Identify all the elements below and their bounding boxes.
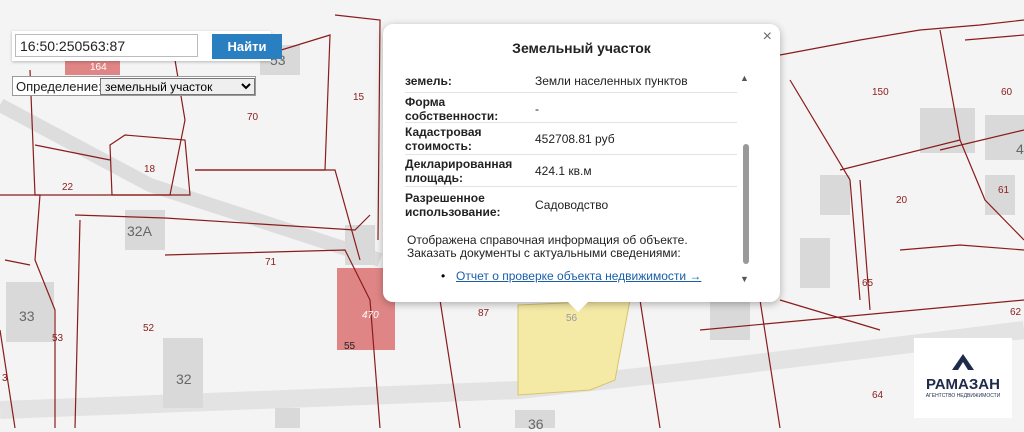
info-row: Разрешенное использование: Садоводство [405, 186, 737, 220]
info-key: Форма собственности: [405, 95, 499, 123]
agency-logo: РАМАЗАН АГЕНТСТВО НЕДВИЖИМОСТИ [914, 338, 1012, 418]
scroll-up-icon[interactable]: ▲ [740, 73, 749, 83]
building-label: 4 [1016, 141, 1024, 157]
bullet-icon: • [441, 269, 446, 283]
parcel-label: 70 [247, 112, 259, 123]
report-link[interactable]: Отчет о проверке объекта недвижимости → [456, 269, 701, 283]
parcel-label: 22 [62, 182, 74, 193]
parcel-label: 53 [52, 333, 64, 344]
scroll-down-icon[interactable]: ▼ [740, 274, 749, 284]
info-key: Разрешенное использование: [405, 191, 501, 219]
parcel-label: 164 [90, 62, 107, 73]
popup-title: Земельный участок [512, 40, 651, 56]
definition-select[interactable]: земельный участок [100, 78, 255, 95]
logo-subtitle: АГЕНТСТВО НЕДВИЖИМОСТИ [925, 393, 1001, 399]
parcel-label: 71 [265, 257, 277, 268]
parcel-label: 55 [344, 341, 356, 352]
info-value: Садоводство [535, 198, 609, 212]
building-label: 33 [19, 308, 35, 324]
parcel-label: 52 [143, 323, 155, 334]
info-key: земель: [405, 74, 452, 88]
logo-mark-icon [952, 354, 974, 370]
info-value: 424.1 кв.м [535, 164, 592, 178]
parcel-label: 56 [566, 313, 578, 324]
info-value: 452708.81 руб [535, 132, 615, 146]
search-button[interactable]: Найти [212, 34, 282, 59]
parcel-label: 3 [2, 373, 8, 384]
parcel-label: 470 [362, 310, 379, 321]
parcel-label: 20 [896, 195, 908, 206]
info-key: Декларированная площадь: [405, 157, 513, 185]
close-icon[interactable]: × [763, 28, 772, 46]
info-value: - [535, 102, 539, 116]
info-row: Форма собственности: - [405, 92, 737, 123]
parcel-label: 60 [1001, 87, 1013, 98]
info-value: Земли населенных пунктов [535, 74, 688, 88]
parcel-label: 15 [353, 92, 365, 103]
logo-name: РАМАЗАН [926, 376, 1000, 393]
parcel-label: 87 [478, 308, 490, 319]
scrollbar-thumb[interactable] [743, 144, 749, 264]
parcel-label: 64 [872, 390, 884, 401]
parcel-label: 65 [862, 278, 874, 289]
parcel-label: 61 [998, 185, 1010, 196]
building-label: 32 [176, 371, 192, 387]
definition-panel: Определение: земельный участок [12, 76, 256, 96]
info-key: Кадастровая стоимость: [405, 125, 482, 153]
parcel-label: 150 [872, 87, 889, 98]
info-row: Декларированная площадь: 424.1 кв.м [405, 154, 737, 187]
info-note: Отображена справочная информация об объе… [407, 233, 688, 260]
building-label: 32A [127, 223, 152, 239]
popup-pointer [566, 300, 590, 312]
info-row: земель: Земли населенных пунктов [405, 74, 737, 93]
parcel-label: 62 [1010, 307, 1022, 318]
definition-label: Определение: [16, 79, 102, 94]
info-row: Кадастровая стоимость: 452708.81 руб [405, 122, 737, 155]
search-panel: Найти [12, 31, 282, 61]
building-label: 36 [528, 416, 544, 432]
search-input[interactable] [15, 34, 198, 57]
parcel-label: 18 [144, 164, 156, 175]
parcel-info-popup: Земельный участок × ▲ ▼ земель: Земли на… [383, 24, 780, 302]
